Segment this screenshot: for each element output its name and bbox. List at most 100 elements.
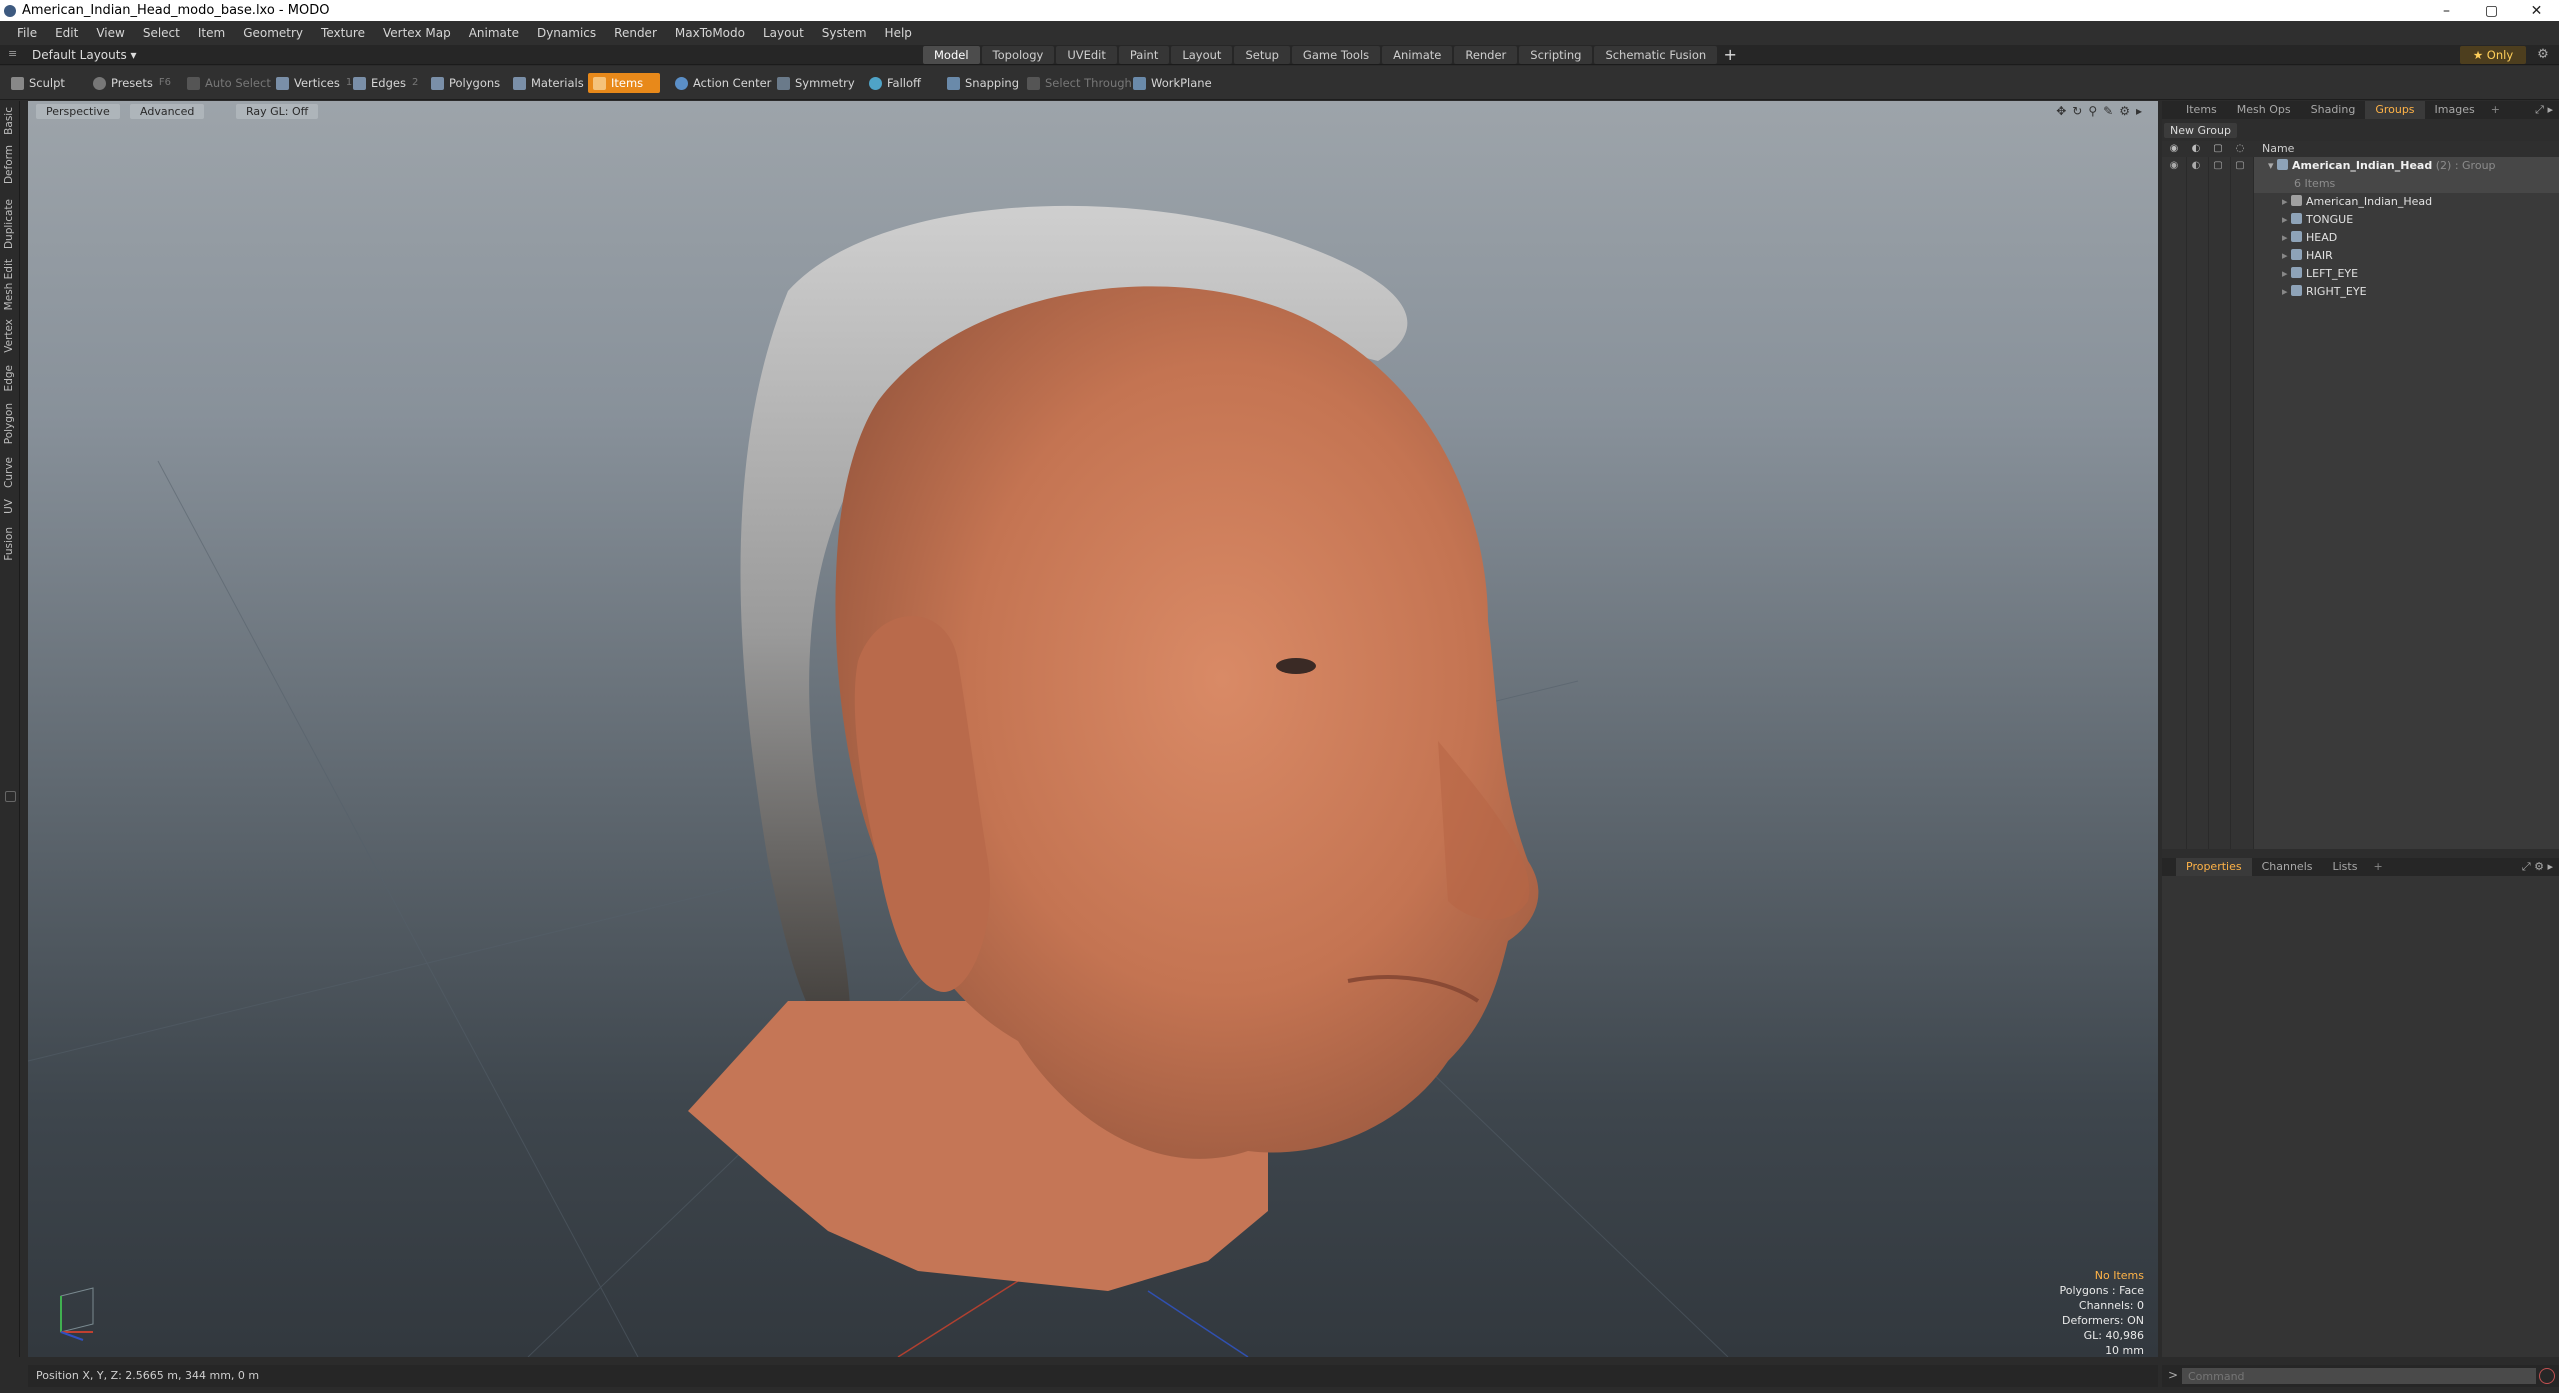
pan-icon[interactable]: ✎ xyxy=(2103,104,2113,118)
group-row[interactable]: ▾ American_Indian_Head (2) : Group xyxy=(2254,157,2559,175)
list-item[interactable]: ▸ HEAD xyxy=(2254,229,2559,247)
vtab-duplicate[interactable]: Duplicate xyxy=(3,199,17,249)
presets-button[interactable]: Presets F6 xyxy=(88,73,176,93)
menu-help[interactable]: Help xyxy=(876,21,921,45)
group-lock-icon[interactable]: ▢ xyxy=(2212,160,2224,172)
add-tab-button[interactable]: + xyxy=(1719,46,1741,64)
auto-select-button[interactable]: Auto Select xyxy=(182,73,276,93)
rotate-icon[interactable]: ↻ xyxy=(2072,104,2082,118)
menu-animate[interactable]: Animate xyxy=(460,21,528,45)
vertices-button[interactable]: Vertices 1 xyxy=(271,73,357,93)
menu-geometry[interactable]: Geometry xyxy=(234,21,312,45)
expand-arrow-icon[interactable]: ▸ xyxy=(2282,267,2288,280)
falloff-button[interactable]: Falloff xyxy=(864,73,926,93)
symmetry-button[interactable]: Symmetry xyxy=(772,73,860,93)
group-render-icon[interactable]: ◐ xyxy=(2190,160,2202,172)
group-select-icon[interactable]: ▢ xyxy=(2234,160,2246,172)
tab-images[interactable]: Images xyxy=(2425,101,2485,119)
snapping-button[interactable]: Snapping xyxy=(942,73,1024,93)
vtab-curve[interactable]: Curve xyxy=(3,457,17,488)
advanced-button[interactable]: Advanced xyxy=(130,104,205,119)
vtab-mesh-edit[interactable]: Mesh Edit xyxy=(3,259,17,310)
list-item[interactable]: ▸ HAIR xyxy=(2254,247,2559,265)
tab-shading[interactable]: Shading xyxy=(2301,101,2366,119)
menu-vertex-map[interactable]: Vertex Map xyxy=(374,21,460,45)
expand-arrow-icon[interactable]: ▸ xyxy=(2282,285,2288,298)
only-button[interactable]: ★ Only xyxy=(2460,46,2526,64)
lock-icon[interactable]: ▢ xyxy=(2212,143,2224,155)
vtab-uv[interactable]: UV xyxy=(3,499,17,514)
raygl-button[interactable]: Ray GL: Off xyxy=(236,104,319,119)
tab-render[interactable]: Render xyxy=(1454,46,1518,64)
tab-channels[interactable]: Channels xyxy=(2252,858,2323,876)
render-icon[interactable]: ◐ xyxy=(2190,143,2202,155)
viewport-expand-icon[interactable]: ▸ xyxy=(2136,104,2142,118)
list-item[interactable]: ▸ RIGHT_EYE xyxy=(2254,283,2559,301)
menu-texture[interactable]: Texture xyxy=(312,21,374,45)
polygons-button[interactable]: Polygons xyxy=(426,73,505,93)
add-prop-tab-button[interactable]: + xyxy=(2367,858,2388,876)
panel-expand-icon[interactable]: ⤢ ▸ xyxy=(2535,103,2553,117)
layout-menu-icon[interactable]: ≡ xyxy=(8,47,22,63)
group-visibility-icon[interactable]: ◉ xyxy=(2168,160,2180,172)
eye-icon[interactable]: ◉ xyxy=(2168,143,2180,155)
sculpt-button[interactable]: Sculpt xyxy=(6,73,70,93)
edges-button[interactable]: Edges 2 xyxy=(348,73,423,93)
perspective-button[interactable]: Perspective xyxy=(36,104,120,119)
tab-setup[interactable]: Setup xyxy=(1234,46,1290,64)
tab-game-tools[interactable]: Game Tools xyxy=(1291,46,1381,64)
command-history-icon[interactable] xyxy=(2539,1368,2555,1384)
zoom-icon[interactable]: ⚲ xyxy=(2088,104,2097,118)
list-item[interactable]: ▸ LEFT_EYE xyxy=(2254,265,2559,283)
select-through-button[interactable]: Select Through xyxy=(1022,73,1137,93)
vtab-basic[interactable]: Basic xyxy=(3,107,17,135)
add-panel-tab-button[interactable]: + xyxy=(2485,101,2506,119)
menu-maxtomodo[interactable]: MaxToModo xyxy=(666,21,754,45)
list-item[interactable]: ▸ American_Indian_Head xyxy=(2254,193,2559,211)
expand-arrow-icon[interactable]: ▸ xyxy=(2282,231,2288,244)
expand-arrow-icon[interactable]: ▸ xyxy=(2282,213,2288,226)
collapse-arrow-icon[interactable]: ▾ xyxy=(2254,159,2274,172)
items-button[interactable]: Items xyxy=(588,73,660,93)
tab-animate[interactable]: Animate xyxy=(1382,46,1453,64)
tab-paint[interactable]: Paint xyxy=(1118,46,1170,64)
panel-toggle-icon[interactable] xyxy=(5,791,16,802)
viewport-settings-icon[interactable]: ⚙ xyxy=(2119,104,2130,118)
close-button[interactable]: ✕ xyxy=(2514,0,2559,21)
minimize-button[interactable]: – xyxy=(2424,0,2469,21)
tab-uvedit[interactable]: UVEdit xyxy=(1056,46,1117,64)
menu-system[interactable]: System xyxy=(813,21,876,45)
restore-button[interactable]: ▢ xyxy=(2469,0,2514,21)
vtab-deform[interactable]: Deform xyxy=(3,145,17,184)
list-item[interactable]: ▸ TONGUE xyxy=(2254,211,2559,229)
menu-item[interactable]: Item xyxy=(189,21,234,45)
menu-render[interactable]: Render xyxy=(605,21,666,45)
menu-view[interactable]: View xyxy=(87,21,133,45)
properties-expand-icon[interactable]: ⤢ ⚙ ▸ xyxy=(2522,860,2553,874)
menu-edit[interactable]: Edit xyxy=(46,21,87,45)
3d-viewport[interactable]: Perspective Advanced Ray GL: Off ✥ ↻ ⚲ ✎… xyxy=(28,101,2158,1357)
new-group-button[interactable]: New Group xyxy=(2164,123,2237,138)
menu-layout[interactable]: Layout xyxy=(754,21,813,45)
gear-icon[interactable]: ⚙ xyxy=(2534,46,2552,64)
tab-model[interactable]: Model xyxy=(923,46,980,64)
action-center-button[interactable]: Action Center xyxy=(670,73,776,93)
vtab-vertex[interactable]: Vertex xyxy=(3,319,17,353)
tab-items[interactable]: Items xyxy=(2176,101,2227,119)
command-input[interactable] xyxy=(2182,1368,2536,1384)
tab-mesh-ops[interactable]: Mesh Ops xyxy=(2227,101,2301,119)
tab-scripting[interactable]: Scripting xyxy=(1519,46,1593,64)
menu-file[interactable]: File xyxy=(8,21,46,45)
default-layouts-dropdown[interactable]: Default Layouts ▾ xyxy=(32,46,137,64)
vtab-polygon[interactable]: Polygon xyxy=(3,403,17,444)
tab-schematic-fusion[interactable]: Schematic Fusion xyxy=(1594,46,1718,64)
select-icon[interactable]: ◌ xyxy=(2234,143,2246,155)
expand-arrow-icon[interactable]: ▸ xyxy=(2282,195,2288,208)
fit-icon[interactable]: ✥ xyxy=(2056,104,2066,118)
menu-dynamics[interactable]: Dynamics xyxy=(528,21,605,45)
tab-groups[interactable]: Groups xyxy=(2365,101,2425,119)
tab-layout[interactable]: Layout xyxy=(1171,46,1233,64)
menu-select[interactable]: Select xyxy=(134,21,189,45)
tab-lists[interactable]: Lists xyxy=(2323,858,2368,876)
tab-topology[interactable]: Topology xyxy=(981,46,1055,64)
